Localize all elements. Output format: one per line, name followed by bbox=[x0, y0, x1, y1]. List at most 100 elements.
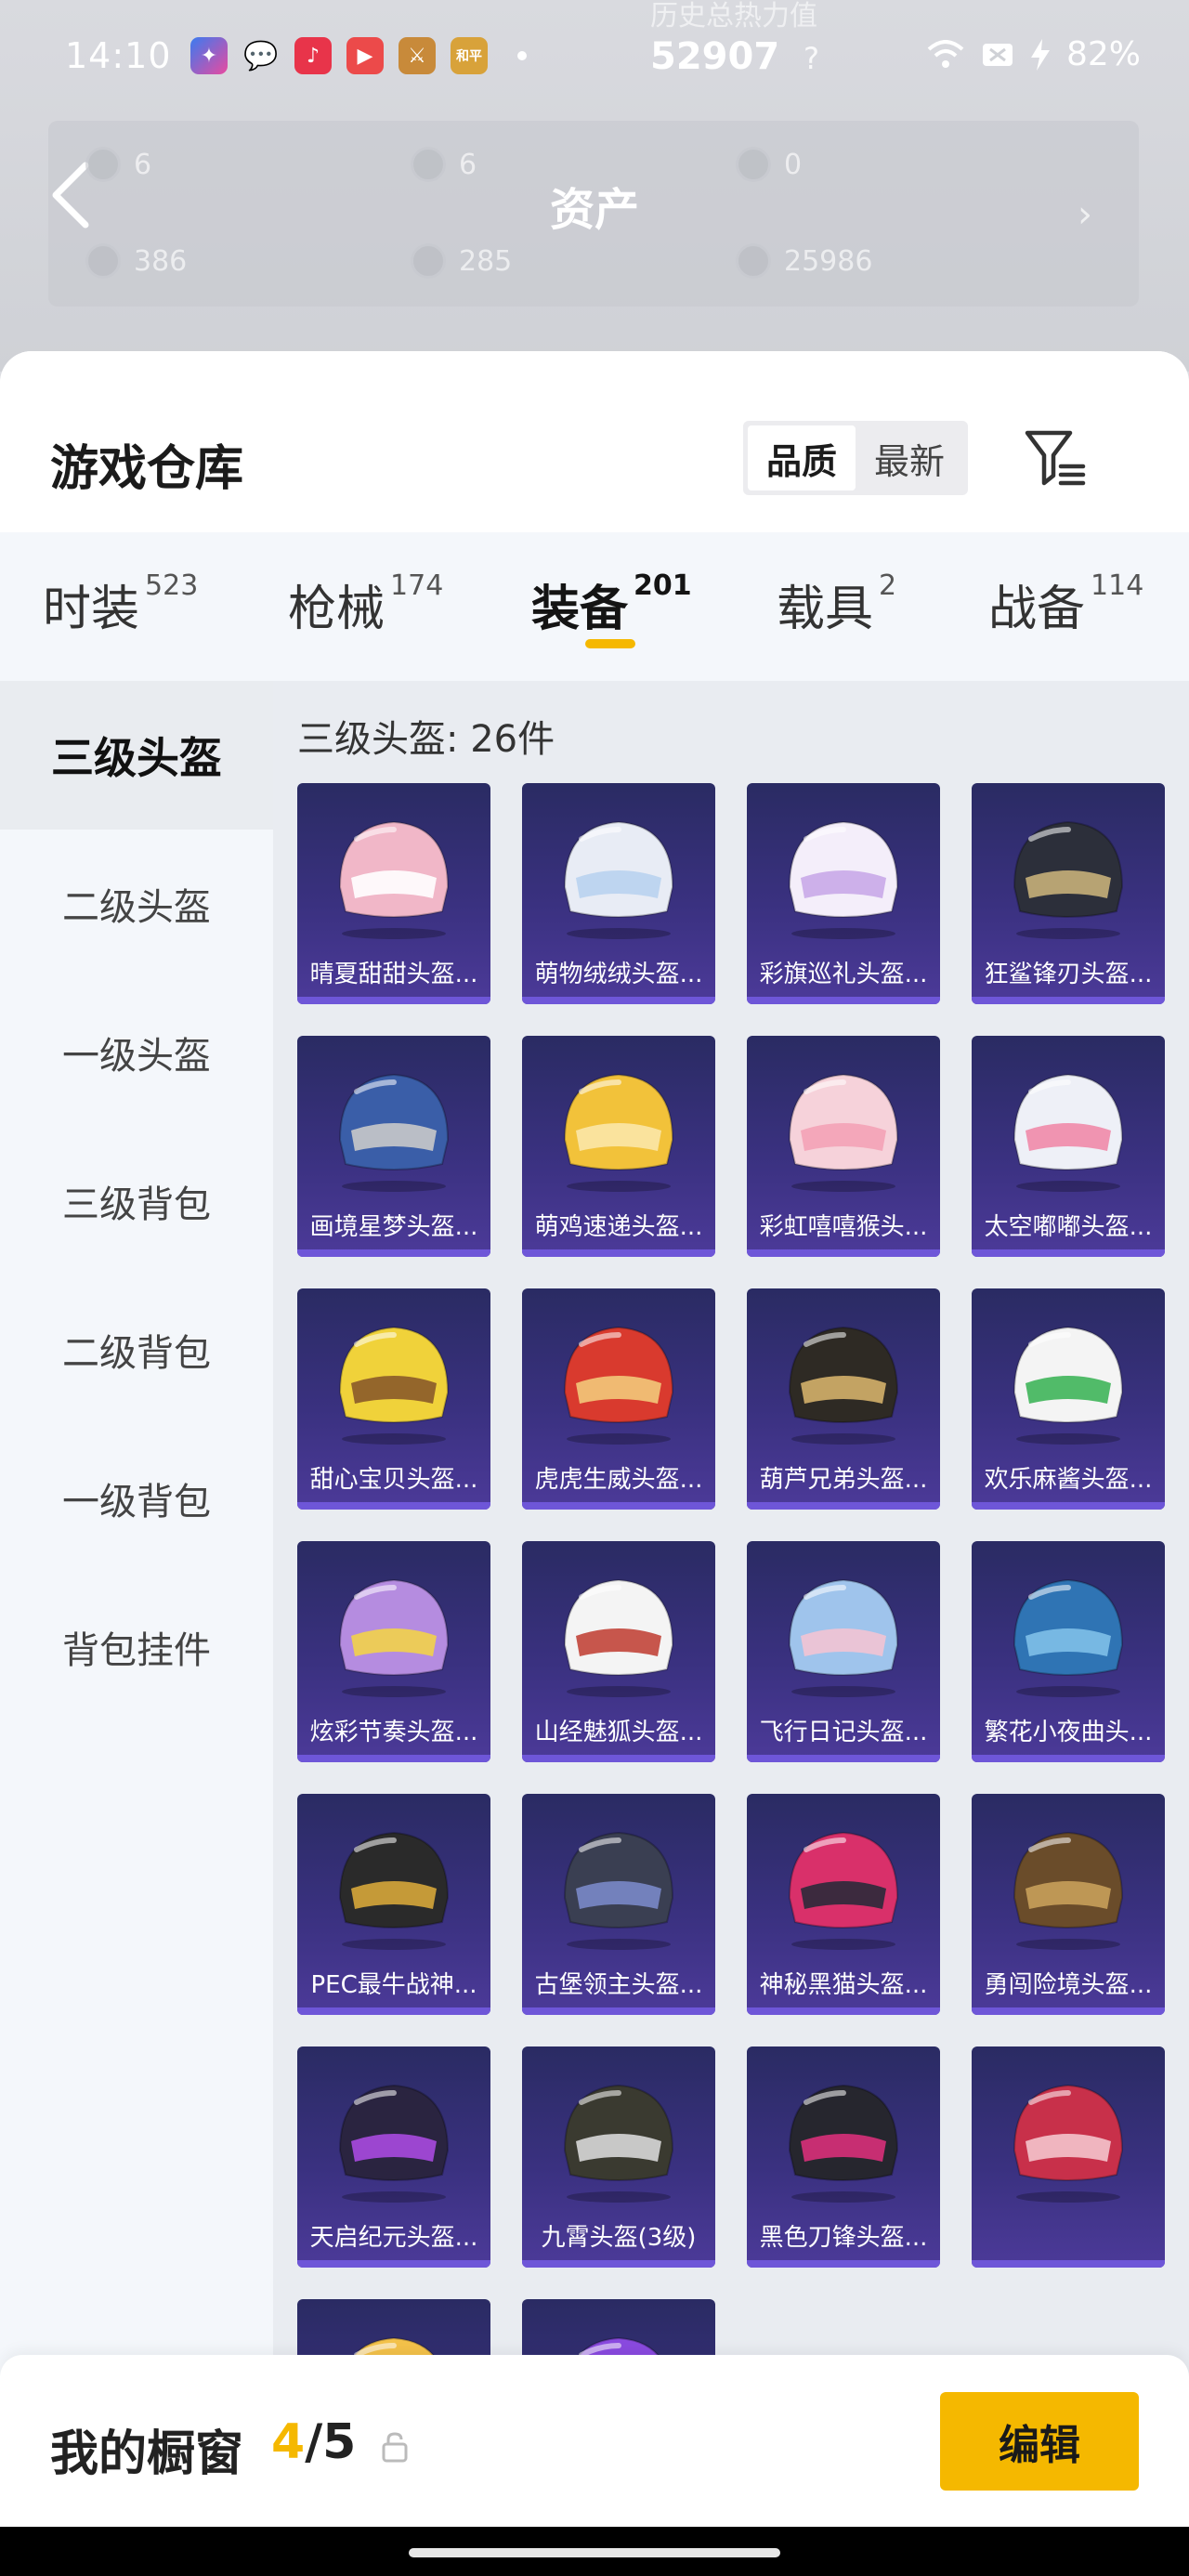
peace-elite-icon: 和平 bbox=[451, 37, 488, 74]
quality-bar bbox=[747, 1249, 940, 1257]
sidebar-item-level3-helmet[interactable]: 三级头盔 bbox=[0, 681, 273, 830]
item-name: 勇闯险境头盔... bbox=[984, 1971, 1153, 1999]
home-indicator[interactable] bbox=[409, 2548, 780, 2557]
sidebar-item-level1-backpack[interactable]: 一级背包 bbox=[0, 1424, 273, 1573]
quality-bar bbox=[972, 1249, 1165, 1257]
status-bar: 14:10 ✦ 💬 ♪ ▶ ⚔ 和平 历史总热力值 52907 ? 82% bbox=[0, 0, 1189, 111]
help-icon: ? bbox=[804, 41, 819, 76]
item-card[interactable]: 飞行日记头盔... bbox=[747, 1541, 940, 1762]
sidebar-item-backpack-charm[interactable]: 背包挂件 bbox=[0, 1573, 273, 1721]
quality-bar bbox=[522, 1502, 715, 1510]
coin-icon bbox=[411, 147, 446, 182]
sort-newest-button[interactable]: 最新 bbox=[856, 425, 963, 490]
quality-bar bbox=[522, 997, 715, 1004]
helmet-icon bbox=[972, 2046, 1165, 2223]
heat-value: 52907 bbox=[650, 35, 780, 78]
item-card[interactable]: 炫彩节奏头盔... bbox=[297, 1541, 490, 1762]
item-name: 神秘黑猫头盔... bbox=[759, 1971, 928, 1999]
item-card[interactable]: 狂鲨锋刃头盔... bbox=[972, 783, 1165, 1004]
item-card[interactable]: 九霄头盔(3级) bbox=[522, 2046, 715, 2268]
item-name: 葫芦兄弟头盔... bbox=[759, 1466, 928, 1494]
item-card[interactable]: 萌鸡速递头盔... bbox=[522, 1036, 715, 1257]
sidebar-item-level1-helmet[interactable]: 一级头盔 bbox=[0, 978, 273, 1127]
item-card[interactable]: 天启纪元头盔... bbox=[297, 2046, 490, 2268]
item-card[interactable]: PEC最牛战神... bbox=[297, 1794, 490, 2015]
item-card[interactable]: 欢乐麻酱头盔... bbox=[972, 1288, 1165, 1510]
helmet-icon bbox=[747, 1036, 940, 1212]
item-card[interactable]: 甜心宝贝头盔... bbox=[297, 1288, 490, 1510]
quality-bar bbox=[747, 2007, 940, 2015]
sort-toggle: 品质 最新 bbox=[743, 421, 968, 495]
helmet-icon bbox=[972, 1288, 1165, 1465]
asset-item: 285 bbox=[411, 243, 512, 279]
filter-icon[interactable] bbox=[1022, 427, 1089, 490]
item-name: 画境星梦头盔... bbox=[309, 1213, 478, 1241]
quality-bar bbox=[522, 1249, 715, 1257]
asset-item: 6 bbox=[85, 147, 151, 182]
sidebar-item-level3-backpack[interactable]: 三级背包 bbox=[0, 1127, 273, 1275]
coin-icon bbox=[85, 243, 121, 279]
quality-bar bbox=[972, 997, 1165, 1004]
tab-weapons[interactable]: 枪械 174 bbox=[288, 569, 443, 639]
quality-bar bbox=[522, 1755, 715, 1762]
asset-item: 6 bbox=[411, 147, 477, 182]
helmet-icon bbox=[522, 1541, 715, 1718]
sheet-header: 游戏仓库 品质 最新 bbox=[0, 351, 1189, 532]
item-name: 萌鸡速递头盔... bbox=[534, 1213, 703, 1241]
item-card[interactable]: 虎虎生威头盔... bbox=[522, 1288, 715, 1510]
warehouse-sheet: 游戏仓库 品质 最新 时装 523 枪械 174 装备 201 载具 2 战备 114 三… bbox=[0, 351, 1189, 2576]
helmet-icon bbox=[747, 1794, 940, 1970]
item-name: 黑色刀锋头盔... bbox=[759, 2224, 928, 2252]
status-right: 82% bbox=[927, 35, 1141, 73]
sim-icon bbox=[982, 43, 1013, 66]
category-tabs: 时装 523 枪械 174 装备 201 载具 2 战备 114 bbox=[0, 532, 1189, 681]
item-name: 萌物绒绒头盔... bbox=[534, 961, 703, 988]
helmet-icon bbox=[972, 1794, 1165, 1970]
quality-bar bbox=[972, 2260, 1165, 2268]
item-card[interactable] bbox=[972, 2046, 1165, 2268]
helmet-icon bbox=[522, 2046, 715, 2223]
quality-bar bbox=[972, 1755, 1165, 1762]
item-card[interactable]: 黑色刀锋头盔... bbox=[747, 2046, 940, 2268]
item-card[interactable]: 晴夏甜甜头盔... bbox=[297, 783, 490, 1004]
active-tab-indicator bbox=[585, 639, 635, 648]
tab-vehicles[interactable]: 载具 2 bbox=[777, 569, 896, 639]
helmet-icon bbox=[297, 2046, 490, 2223]
sidebar-item-level2-helmet[interactable]: 二级头盔 bbox=[0, 830, 273, 978]
helmet-icon bbox=[747, 783, 940, 960]
item-card[interactable]: 神秘黑猫头盔... bbox=[747, 1794, 940, 2015]
item-card[interactable]: 太空嘟嘟头盔... bbox=[972, 1036, 1165, 1257]
item-card[interactable]: 山经魅狐头盔... bbox=[522, 1541, 715, 1762]
status-time: 14:10 bbox=[65, 35, 172, 76]
item-card[interactable]: 彩旗巡礼头盔... bbox=[747, 783, 940, 1004]
item-card[interactable]: 萌物绒绒头盔... bbox=[522, 783, 715, 1004]
quality-bar bbox=[747, 2260, 940, 2268]
quality-bar bbox=[747, 1502, 940, 1510]
heat-caption: 历史总热力值 bbox=[650, 0, 817, 33]
helmet-icon bbox=[522, 783, 715, 960]
tab-equipment[interactable]: 装备 201 bbox=[531, 569, 692, 639]
item-card[interactable]: 画境星梦头盔... bbox=[297, 1036, 490, 1257]
tab-combat-gear[interactable]: 战备 114 bbox=[988, 569, 1143, 639]
item-card[interactable]: 葫芦兄弟头盔... bbox=[747, 1288, 940, 1510]
sort-quality-button[interactable]: 品质 bbox=[748, 425, 856, 490]
game-icon: ⚔ bbox=[399, 37, 436, 74]
wifi-icon bbox=[927, 39, 964, 68]
helmet-icon bbox=[747, 2046, 940, 2223]
item-name: 天启纪元头盔... bbox=[309, 2224, 478, 2252]
status-dot bbox=[517, 51, 527, 60]
showcase-bar: 我的橱窗 4/5 编辑 bbox=[0, 2355, 1189, 2527]
tab-fashion[interactable]: 时装 523 bbox=[43, 569, 198, 639]
item-card[interactable]: 繁花小夜曲头... bbox=[972, 1541, 1165, 1762]
item-card[interactable]: 古堡领主头盔... bbox=[522, 1794, 715, 2015]
charging-icon bbox=[1030, 38, 1050, 71]
edit-button[interactable]: 编辑 bbox=[940, 2392, 1139, 2491]
quality-bar bbox=[297, 2007, 490, 2015]
battery-level: 82% bbox=[1065, 35, 1141, 73]
asset-item: 0 bbox=[736, 147, 802, 182]
item-card[interactable]: 勇闯险境头盔... bbox=[972, 1794, 1165, 2015]
sidebar-item-level2-backpack[interactable]: 二级背包 bbox=[0, 1275, 273, 1424]
item-name: 太空嘟嘟头盔... bbox=[984, 1213, 1153, 1241]
item-card[interactable]: 彩虹嘻嘻猴头... bbox=[747, 1036, 940, 1257]
subcategory-sidebar: 三级头盔 二级头盔 一级头盔 三级背包 二级背包 一级背包 背包挂件 bbox=[0, 681, 273, 2576]
